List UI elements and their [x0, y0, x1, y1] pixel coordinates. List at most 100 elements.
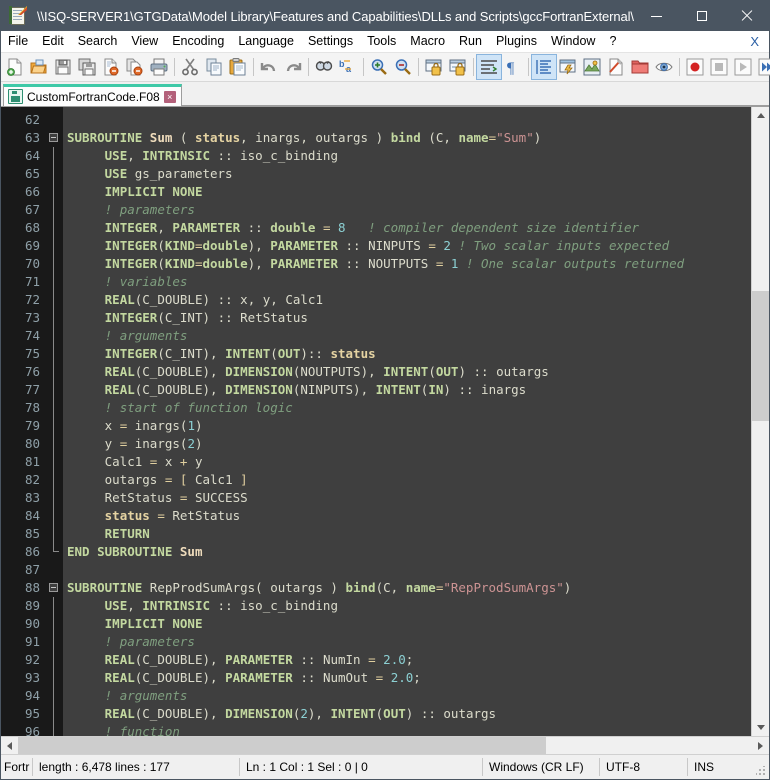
tab-close-icon[interactable]: ×	[163, 90, 176, 103]
folder-as-workspace-icon[interactable]	[628, 55, 652, 79]
scroll-left-button[interactable]	[1, 737, 18, 754]
new-file-icon[interactable]	[3, 55, 27, 79]
fold-line	[53, 669, 54, 687]
menu-item-tools[interactable]: Tools	[360, 32, 403, 52]
tab-customfortrancode[interactable]: CustomFortranCode.F08 ×	[3, 84, 182, 106]
zoom-out-icon[interactable]	[391, 55, 415, 79]
close-file-icon[interactable]	[99, 55, 123, 79]
open-file-icon[interactable]	[27, 55, 51, 79]
scroll-down-button[interactable]	[752, 719, 769, 736]
fold-marker	[47, 399, 63, 417]
monitoring-icon[interactable]	[652, 55, 676, 79]
menu-item-encoding[interactable]: Encoding	[165, 32, 231, 52]
menu-item-help[interactable]: ?	[602, 32, 623, 52]
stop-macro-icon[interactable]	[707, 55, 731, 79]
vertical-scroll-thumb[interactable]	[752, 290, 769, 422]
line-number: 85	[24, 526, 40, 541]
code-token: SUBROUTINE	[67, 130, 143, 145]
zoom-in-icon[interactable]	[367, 55, 391, 79]
menu-item-run[interactable]: Run	[452, 32, 489, 52]
menu-item-window[interactable]: Window	[544, 32, 602, 52]
show-indent-guide-icon[interactable]	[531, 54, 557, 80]
undo-icon[interactable]	[257, 55, 281, 79]
user-defined-language-icon[interactable]	[556, 55, 580, 79]
vertical-scrollbar[interactable]	[751, 107, 769, 736]
sync-vertical-scrolling-icon[interactable]	[422, 55, 446, 79]
scroll-up-button[interactable]	[752, 107, 769, 124]
code-token: PARAMETER	[225, 670, 293, 685]
menu-item-settings[interactable]: Settings	[301, 32, 360, 52]
code-line: Calc1 = x + y	[67, 453, 751, 471]
menu-item-macro[interactable]: Macro	[403, 32, 452, 52]
vertical-scroll-track[interactable]	[752, 124, 769, 719]
cut-icon[interactable]	[178, 55, 202, 79]
code-line: USE, INTRINSIC :: iso_c_binding	[67, 147, 751, 165]
play-macro-icon[interactable]	[731, 55, 755, 79]
redo-icon[interactable]	[281, 55, 305, 79]
document-map-icon[interactable]	[580, 55, 604, 79]
minimize-button[interactable]	[634, 1, 679, 31]
menu-item-edit[interactable]: Edit	[35, 32, 71, 52]
code-token: "Sum"	[496, 130, 534, 145]
fold-marker[interactable]	[47, 579, 63, 597]
word-wrap-icon[interactable]	[476, 54, 502, 80]
run-macro-multiple-icon[interactable]	[755, 55, 770, 79]
code-token: ::	[307, 346, 323, 361]
replace-icon[interactable]: b a	[336, 55, 360, 79]
copy-icon[interactable]	[202, 55, 226, 79]
menu-item-search[interactable]: Search	[71, 32, 125, 52]
fold-line	[53, 687, 54, 705]
line-number: 76	[24, 364, 40, 379]
save-icon[interactable]	[51, 55, 75, 79]
minimize-icon	[651, 15, 662, 17]
fold-collapse-icon[interactable]	[49, 583, 58, 592]
scroll-right-button[interactable]	[752, 737, 769, 754]
fold-marker	[47, 345, 63, 363]
close-button[interactable]	[724, 1, 769, 31]
show-all-characters-icon[interactable]: ¶	[501, 55, 525, 79]
menu-item-file[interactable]: File	[1, 32, 35, 52]
paste-icon[interactable]	[226, 55, 250, 79]
status-eol-format[interactable]: Windows (CR LF)	[483, 758, 600, 776]
code-token: ::	[217, 148, 233, 163]
code-token: ,	[270, 292, 278, 307]
fold-line	[53, 723, 54, 736]
menu-item-language[interactable]: Language	[231, 32, 301, 52]
horizontal-scroll-track[interactable]	[18, 737, 752, 754]
floppy-disk-icon	[8, 89, 23, 104]
horizontal-scroll-thumb[interactable]	[18, 737, 547, 754]
code-token: double	[202, 238, 248, 253]
toolbar-separator	[363, 58, 364, 76]
code-text[interactable]: SUBROUTINE Sum ( status, inargs, outargs…	[63, 107, 751, 736]
code-editor[interactable]: 62 63 64 65 66 67 68 69 70 71 72 73 74 75 76 77 78 79 80 81…	[1, 107, 751, 736]
fold-marker[interactable]	[47, 129, 63, 147]
status-language[interactable]: Fortr	[1, 758, 33, 776]
function-list-icon[interactable]	[604, 55, 628, 79]
code-token: INTEGER	[104, 220, 158, 235]
code-line: USE, INTRINSIC :: iso_c_binding	[67, 597, 751, 615]
code-line: ! function	[67, 723, 751, 736]
fold-line	[53, 273, 54, 291]
menu-item-view[interactable]: View	[124, 32, 165, 52]
triangle-up-icon	[756, 113, 765, 118]
maximize-button[interactable]	[679, 1, 724, 31]
save-all-icon[interactable]	[75, 55, 99, 79]
line-number: 79	[24, 418, 40, 433]
fold-collapse-icon[interactable]	[49, 133, 58, 142]
record-macro-icon[interactable]	[683, 55, 707, 79]
menu-item-plugins[interactable]: Plugins	[489, 32, 544, 52]
close-document-button[interactable]: X	[744, 33, 769, 51]
toolbar-separator	[253, 58, 254, 76]
find-icon[interactable]	[312, 55, 336, 79]
code-token: (	[157, 346, 165, 361]
resize-grip[interactable]	[733, 757, 769, 777]
code-folding-margin[interactable]	[47, 107, 63, 736]
sync-horizontal-scrolling-icon[interactable]	[446, 55, 470, 79]
status-encoding[interactable]: UTF-8	[600, 758, 688, 776]
print-icon[interactable]	[147, 55, 171, 79]
close-all-files-icon[interactable]	[123, 55, 147, 79]
horizontal-scrollbar[interactable]	[1, 736, 769, 754]
status-insert-mode[interactable]: INS	[688, 758, 733, 776]
